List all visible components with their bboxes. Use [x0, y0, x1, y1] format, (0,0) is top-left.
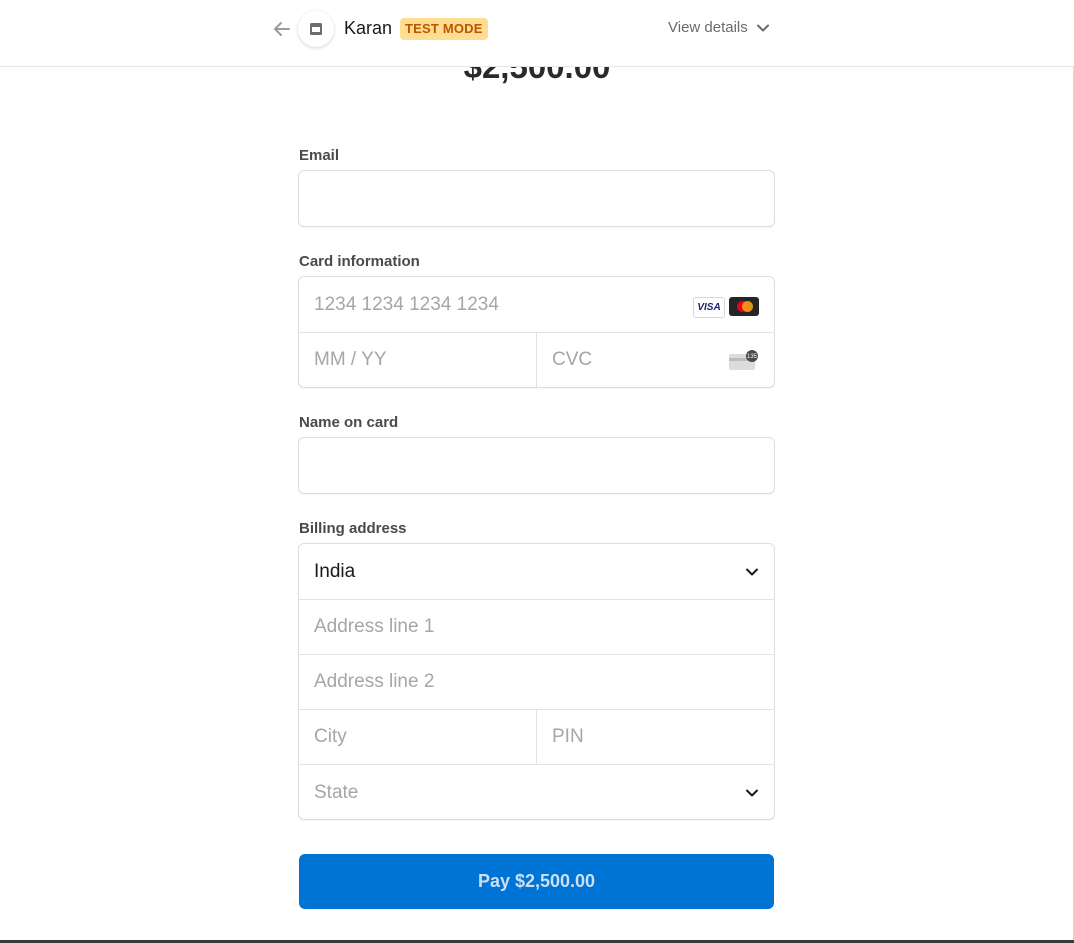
view-details-label: View details	[668, 19, 748, 36]
name-on-card-input[interactable]	[299, 438, 774, 493]
email-field-box	[298, 170, 775, 227]
visa-icon: VISA	[693, 297, 725, 318]
view-details-button[interactable]: View details	[668, 19, 770, 36]
address-line-2-input[interactable]	[299, 655, 774, 709]
state-placeholder: State	[314, 782, 359, 803]
billing-address-label: Billing address	[299, 520, 407, 537]
email-input[interactable]	[299, 171, 774, 226]
chevron-down-icon	[756, 24, 769, 31]
card-information-label: Card information	[299, 253, 420, 270]
pay-button[interactable]: Pay $2,500.00	[299, 854, 774, 909]
chevron-down-icon	[746, 789, 758, 797]
test-mode-badge: TEST MODE	[400, 18, 488, 40]
pin-input[interactable]	[537, 710, 774, 764]
card-expiry-input[interactable]	[299, 333, 536, 387]
state-select[interactable]: State	[299, 765, 774, 819]
card-cvc-input[interactable]	[537, 333, 717, 387]
card-information-box: VISA 135	[298, 276, 775, 388]
email-label: Email	[299, 147, 340, 164]
name-on-card-box	[298, 437, 775, 494]
country-select[interactable]: India	[299, 544, 774, 599]
card-number-input[interactable]	[299, 277, 679, 332]
mastercard-icon	[729, 297, 759, 316]
merchant-logo	[298, 11, 334, 47]
address-line-1-input[interactable]	[299, 600, 774, 654]
billing-address-box: India State	[298, 543, 775, 820]
city-input[interactable]	[299, 710, 536, 764]
store-icon	[310, 23, 322, 35]
cvc-icon-text: 135	[747, 354, 758, 360]
merchant-name: Karan	[344, 18, 393, 38]
name-on-card-label: Name on card	[299, 414, 399, 431]
back-arrow-icon[interactable]	[271, 18, 293, 40]
chevron-down-icon	[746, 568, 758, 576]
country-value: India	[314, 561, 356, 582]
cvc-card-icon: 135	[729, 350, 758, 370]
header-bar: Karan TEST MODE View details	[0, 0, 1074, 67]
